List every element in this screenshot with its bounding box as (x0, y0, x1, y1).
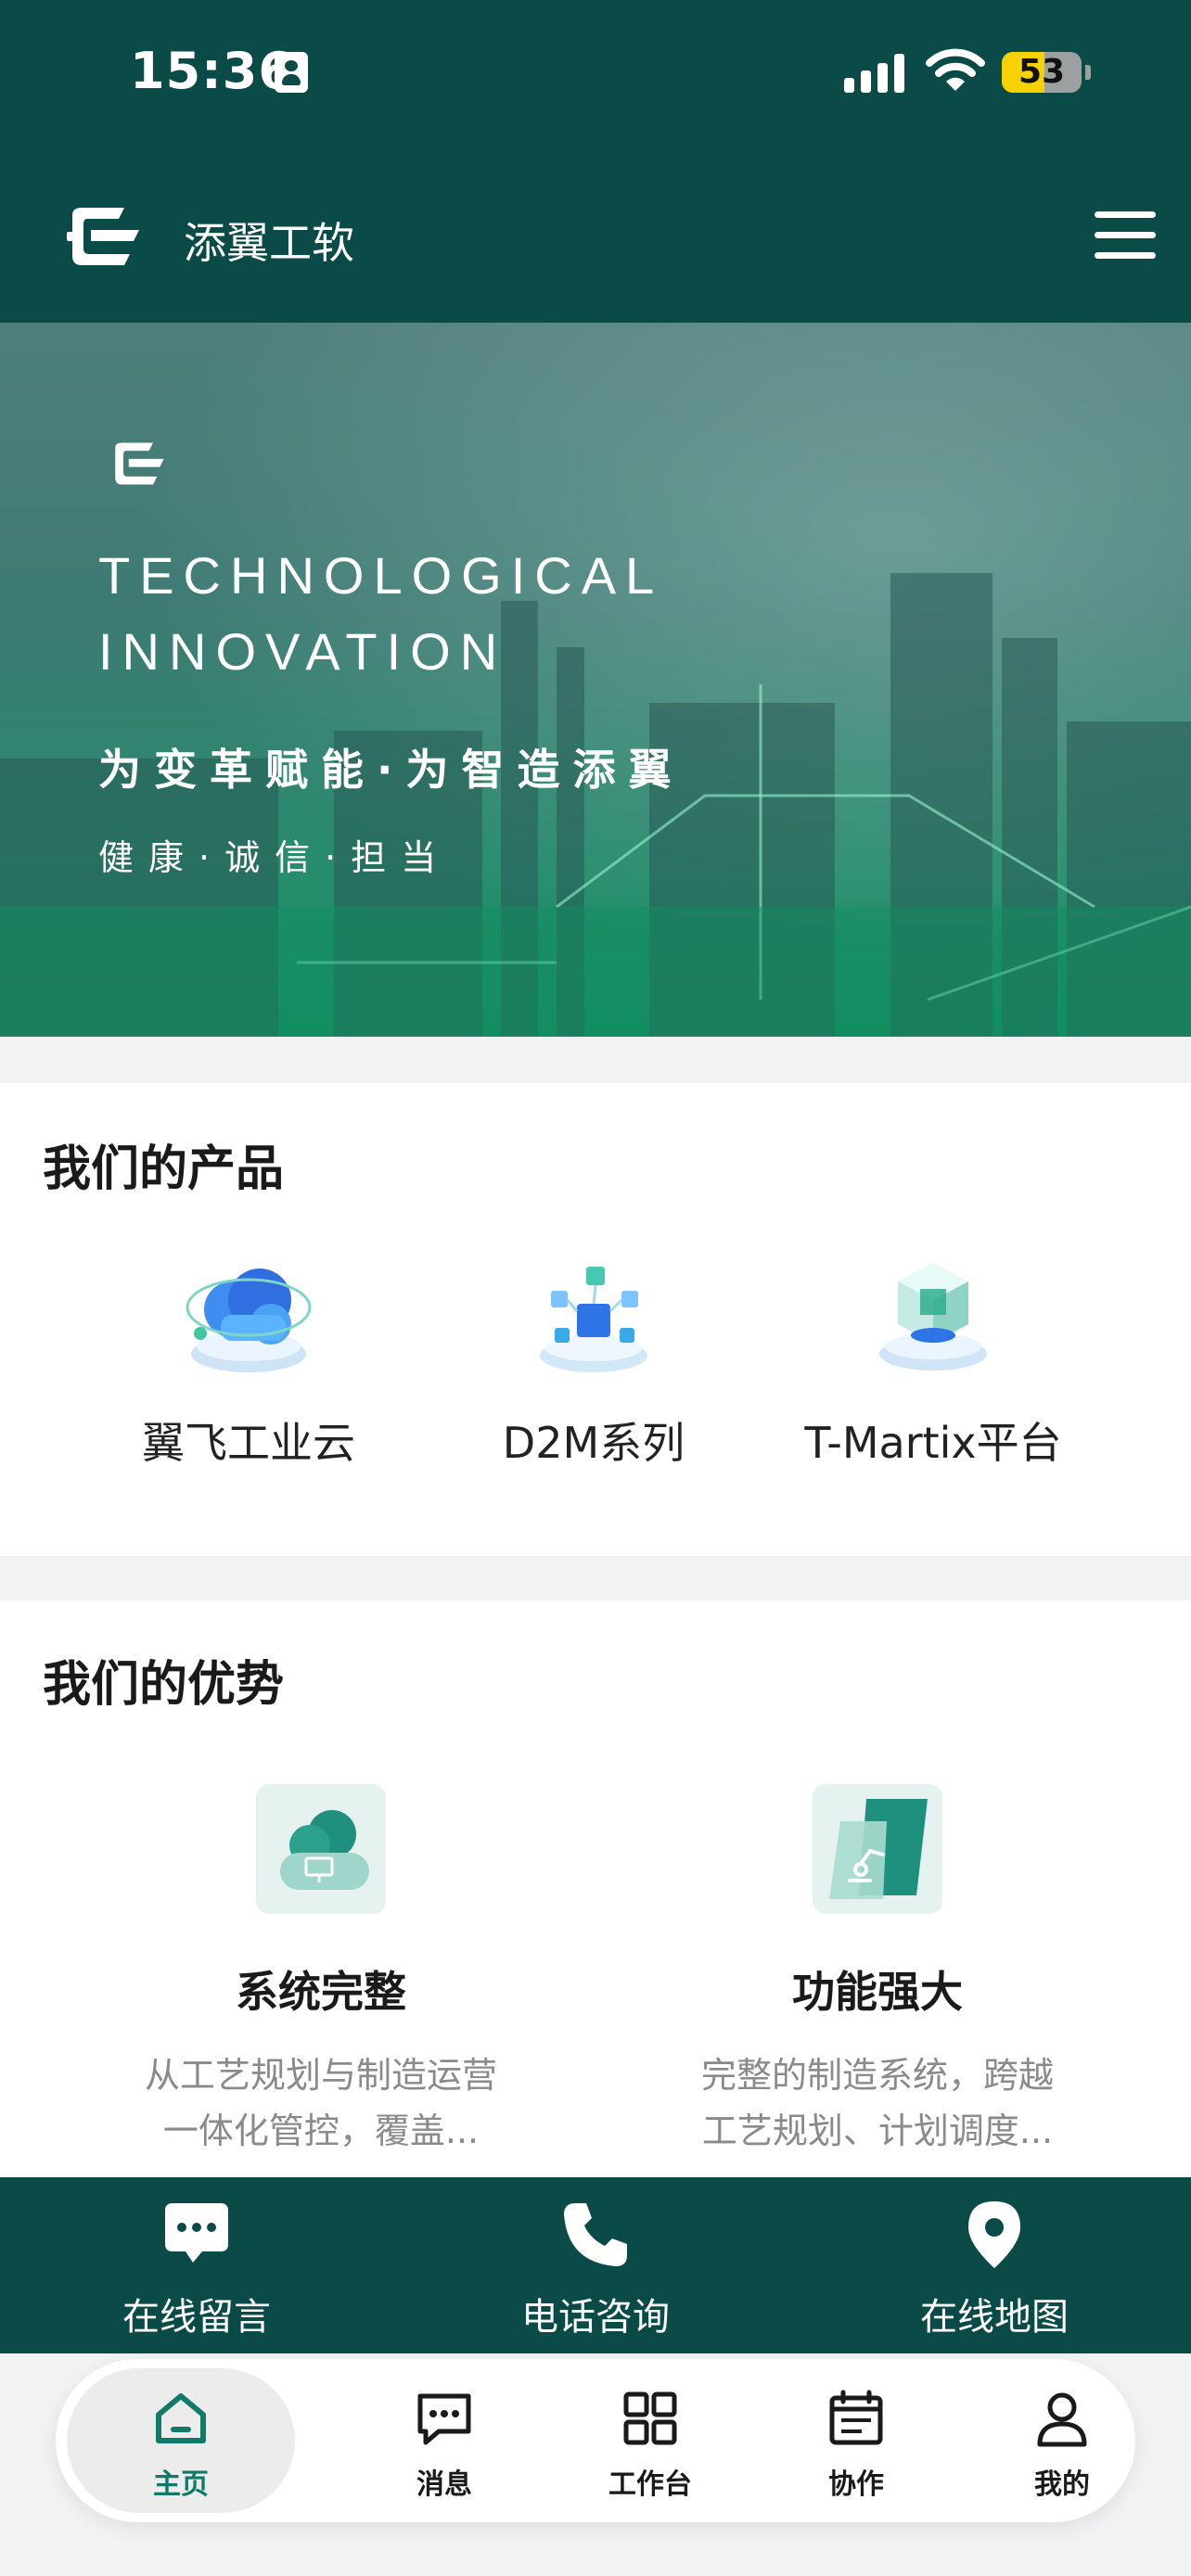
tab-label: 工作台 (608, 2468, 692, 2501)
home-icon (156, 2393, 206, 2443)
tab-messages[interactable]: 消息 (341, 2359, 547, 2522)
phone-consult-button[interactable]: 电话咨询 (456, 2177, 735, 2353)
advantage-item-powerful[interactable]: 功能强大 完整的制造系统，跨越 工艺规划、计划调度... (683, 1784, 1072, 2159)
robot-arm-icon (813, 1784, 942, 1914)
online-message-button[interactable]: 在线留言 (58, 2177, 336, 2353)
product-item-d2m[interactable]: D2M系列 (455, 1243, 733, 1471)
calendar-icon (829, 2390, 883, 2445)
battery-level-text: 53 (1018, 53, 1066, 91)
advantage-item-complete-system[interactable]: 系统完整 从工艺规划与制造运营 一体化管控，覆盖... (126, 1784, 516, 2159)
grid-icon (623, 2391, 677, 2445)
advantage-desc-line2: 工艺规划、计划调度... (701, 2111, 1054, 2151)
advantage-title: 功能强大 (792, 1967, 963, 2017)
tab-collaboration[interactable]: 协作 (753, 2359, 959, 2522)
cellular-signal-icon (844, 50, 909, 93)
product-label: D2M系列 (502, 1418, 685, 1468)
cloud-platform-icon (186, 1269, 312, 1372)
chat-icon (417, 2393, 471, 2445)
cloud-monitor-icon (256, 1784, 386, 1914)
hamburger-menu-icon[interactable] (1095, 210, 1156, 261)
contact-card-icon (275, 52, 308, 93)
wifi-icon (926, 48, 985, 91)
advantage-desc: 完整的制造系统，跨越 工艺规划、计划调度... (683, 2047, 1072, 2159)
action-label: 在线地图 (920, 2296, 1069, 2339)
cube-network-icon (540, 1267, 647, 1372)
tab-workbench[interactable]: 工作台 (547, 2359, 753, 2522)
hero-values: 健康·诚信·担当 (98, 837, 452, 878)
battery-tip (1085, 65, 1091, 80)
advantage-desc: 从工艺规划与制造运营 一体化管控，覆盖... (126, 2047, 516, 2159)
online-map-button[interactable]: 在线地图 (855, 2177, 1133, 2353)
tab-home[interactable]: 主页 (56, 2359, 306, 2522)
advantages-title: 我们的优势 (43, 1657, 285, 1713)
tab-label: 协作 (828, 2468, 884, 2501)
advantage-desc-line1: 完整的制造系统，跨越 (700, 2055, 1054, 2096)
brand-name: 添翼工软 (184, 218, 354, 268)
tab-profile[interactable]: 我的 (959, 2359, 1165, 2522)
tab-label: 主页 (153, 2468, 209, 2501)
user-icon (1037, 2392, 1087, 2447)
products-title: 我们的产品 (43, 1141, 285, 1197)
hero-banner[interactable]: TECHNOLOGICAL INNOVATION 为变革赋能·为智造添翼 健康·… (0, 323, 1191, 1037)
hero-title-line2: INNOVATION (98, 622, 507, 681)
hero-logo-icon (115, 442, 164, 485)
bottom-tab-bar: 主页 消息 工作台 协作 我的 (56, 2359, 1135, 2522)
tab-label: 我的 (1034, 2468, 1090, 2501)
status-time: 15:36 (130, 42, 294, 100)
message-bubble-icon (165, 2203, 228, 2263)
map-pin-icon (968, 2201, 1020, 2268)
hero-title-line1: TECHNOLOGICAL (98, 546, 664, 605)
brand-logo-icon[interactable] (65, 206, 143, 267)
advantage-desc-line2: 一体化管控，覆盖... (162, 2111, 480, 2151)
hero-title: TECHNOLOGICAL INNOVATION (98, 538, 663, 690)
product-label: T-Martix平台 (804, 1418, 1062, 1468)
product-item-yifei-cloud[interactable]: 翼飞工业云 (109, 1243, 388, 1471)
action-label: 电话咨询 (521, 2296, 670, 2339)
advantage-desc-line1: 从工艺规划与制造运营 (144, 2055, 497, 2096)
action-label: 在线留言 (122, 2296, 271, 2339)
contact-action-bar: 在线留言 电话咨询 在线地图 (0, 2177, 1191, 2353)
advantage-title: 系统完整 (236, 1967, 406, 2017)
battery-indicator: 53 (1002, 52, 1082, 93)
hero-slogan: 为变革赋能·为智造添翼 (98, 745, 685, 795)
tab-label: 消息 (416, 2468, 472, 2501)
product-item-tmartix[interactable]: T-Martix平台 (794, 1243, 1072, 1471)
app-header: 15:36 53 添翼工软 (0, 0, 1191, 323)
cube-platform-icon (879, 1263, 987, 1371)
product-label: 翼飞工业云 (142, 1418, 355, 1468)
status-bar: 15:36 53 (0, 37, 1191, 111)
phone-icon (564, 2203, 627, 2266)
